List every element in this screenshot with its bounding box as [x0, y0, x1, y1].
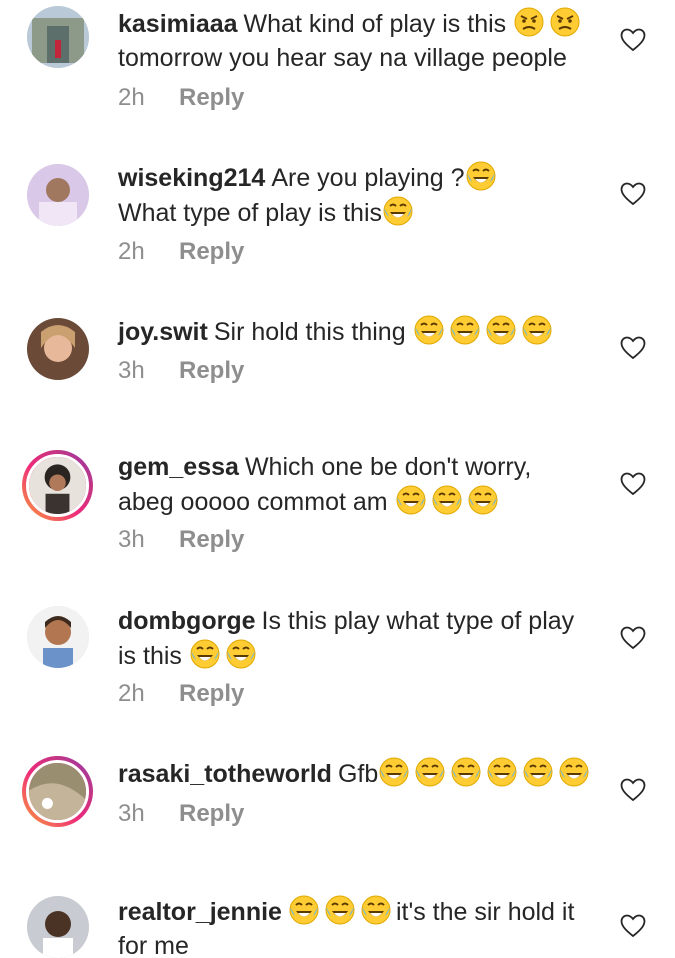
heart-outline-icon[interactable] [620, 182, 646, 206]
comment-meta: 2h Reply [118, 84, 244, 112]
comment-text: dombgorge Is this play what type of play … [118, 604, 598, 673]
face-with-tears-of-joy-icon [558, 756, 590, 788]
comment-body: Is this play what type of play [261, 607, 575, 635]
reply-button[interactable]: Reply [179, 238, 244, 265]
comment-time: 2h [118, 84, 145, 111]
face-with-tears-of-joy-icon [225, 638, 257, 670]
comment-body: Are you playing ? [271, 164, 465, 192]
comment-text: rasaki_totheworld Gfb [118, 756, 598, 791]
comment-username[interactable]: realtor_jennie [118, 898, 282, 926]
reply-button[interactable]: Reply [179, 526, 244, 553]
face-with-tears-of-joy-icon [382, 195, 414, 227]
face-with-tears-of-joy-icon [189, 638, 221, 670]
comment-body: Which one be don't worry, [244, 453, 532, 481]
face-with-tears-of-joy-icon [395, 484, 427, 516]
comment-body: Gfb [337, 760, 379, 788]
face-with-tears-of-joy-icon [360, 894, 392, 926]
reply-button[interactable]: Reply [179, 680, 244, 707]
comment-body: it's the sir hold it [395, 898, 575, 926]
heart-outline-icon[interactable] [620, 626, 646, 650]
face-with-tears-of-joy-icon [449, 314, 481, 346]
face-with-tears-of-joy-icon [288, 894, 320, 926]
face-with-tears-of-joy-icon [485, 314, 517, 346]
heart-outline-icon[interactable] [620, 472, 646, 496]
comment-body-line2: is this [118, 642, 182, 670]
comment-body: Sir hold this thing [213, 318, 406, 346]
avatar[interactable] [27, 164, 89, 226]
comment-username[interactable]: joy.swit [118, 318, 208, 346]
angry-face-icon [549, 6, 581, 38]
comment-text: wiseking214 Are you playing ? What type o… [118, 160, 598, 230]
face-with-tears-of-joy-icon [324, 894, 356, 926]
comment-body-line2: for me [118, 932, 189, 958]
face-with-tears-of-joy-icon [414, 756, 446, 788]
comment-time: 2h [118, 238, 145, 265]
comment-text: realtor_jennie it's the sir hold it for m… [118, 894, 598, 958]
heart-outline-icon[interactable] [620, 28, 646, 52]
avatar[interactable] [27, 896, 89, 958]
comment-time: 3h [118, 800, 145, 827]
face-with-tears-of-joy-icon [521, 314, 553, 346]
angry-face-icon [513, 6, 545, 38]
comment-meta: 3h Reply [118, 526, 244, 554]
comment-username[interactable]: kasimiaaa [118, 10, 238, 38]
comment-username[interactable]: dombgorge [118, 607, 256, 635]
heart-outline-icon[interactable] [620, 336, 646, 360]
comment-meta: 3h Reply [118, 800, 244, 828]
comment-username[interactable]: gem_essa [118, 453, 239, 481]
reply-button[interactable]: Reply [179, 84, 244, 111]
face-with-tears-of-joy-icon [467, 484, 499, 516]
reply-button[interactable]: Reply [179, 800, 244, 827]
comment-meta: 2h Reply [118, 680, 244, 708]
comment-text: joy.swit Sir hold this thing [118, 314, 598, 349]
face-with-tears-of-joy-icon [522, 756, 554, 788]
comment-meta: 2h Reply [118, 238, 244, 266]
avatar[interactable] [27, 318, 89, 380]
comment-body-line2: What type of play is this [118, 199, 383, 227]
face-with-tears-of-joy-icon [378, 756, 410, 788]
comment-time: 2h [118, 680, 145, 707]
avatar[interactable] [27, 606, 89, 668]
face-with-tears-of-joy-icon [431, 484, 463, 516]
face-with-tears-of-joy-icon [450, 756, 482, 788]
heart-outline-icon[interactable] [620, 778, 646, 802]
comment-body-line2: tomorrow you hear say na village people [118, 44, 567, 72]
comment-body-line2: abeg ooooo commot am [118, 488, 388, 516]
comment-text: kasimiaaa What kind of play is this tomor… [118, 6, 598, 75]
comment-time: 3h [118, 526, 145, 553]
heart-outline-icon[interactable] [620, 914, 646, 938]
comment-text: gem_essa Which one be don't worry, abeg o… [118, 450, 598, 519]
comment-username[interactable]: wiseking214 [118, 164, 265, 192]
face-with-tears-of-joy-icon [413, 314, 445, 346]
comment-username[interactable]: rasaki_totheworld [118, 760, 332, 788]
comment-time: 3h [118, 357, 145, 384]
reply-button[interactable]: Reply [179, 357, 244, 384]
face-with-tears-of-joy-icon [486, 756, 518, 788]
avatar-with-story-ring[interactable] [22, 756, 93, 827]
face-with-tears-of-joy-icon [465, 160, 497, 192]
comment-body: What kind of play is this [243, 10, 507, 38]
avatar[interactable] [27, 6, 89, 68]
comment-meta: 3h Reply [118, 357, 244, 385]
avatar-with-story-ring[interactable] [22, 450, 93, 521]
